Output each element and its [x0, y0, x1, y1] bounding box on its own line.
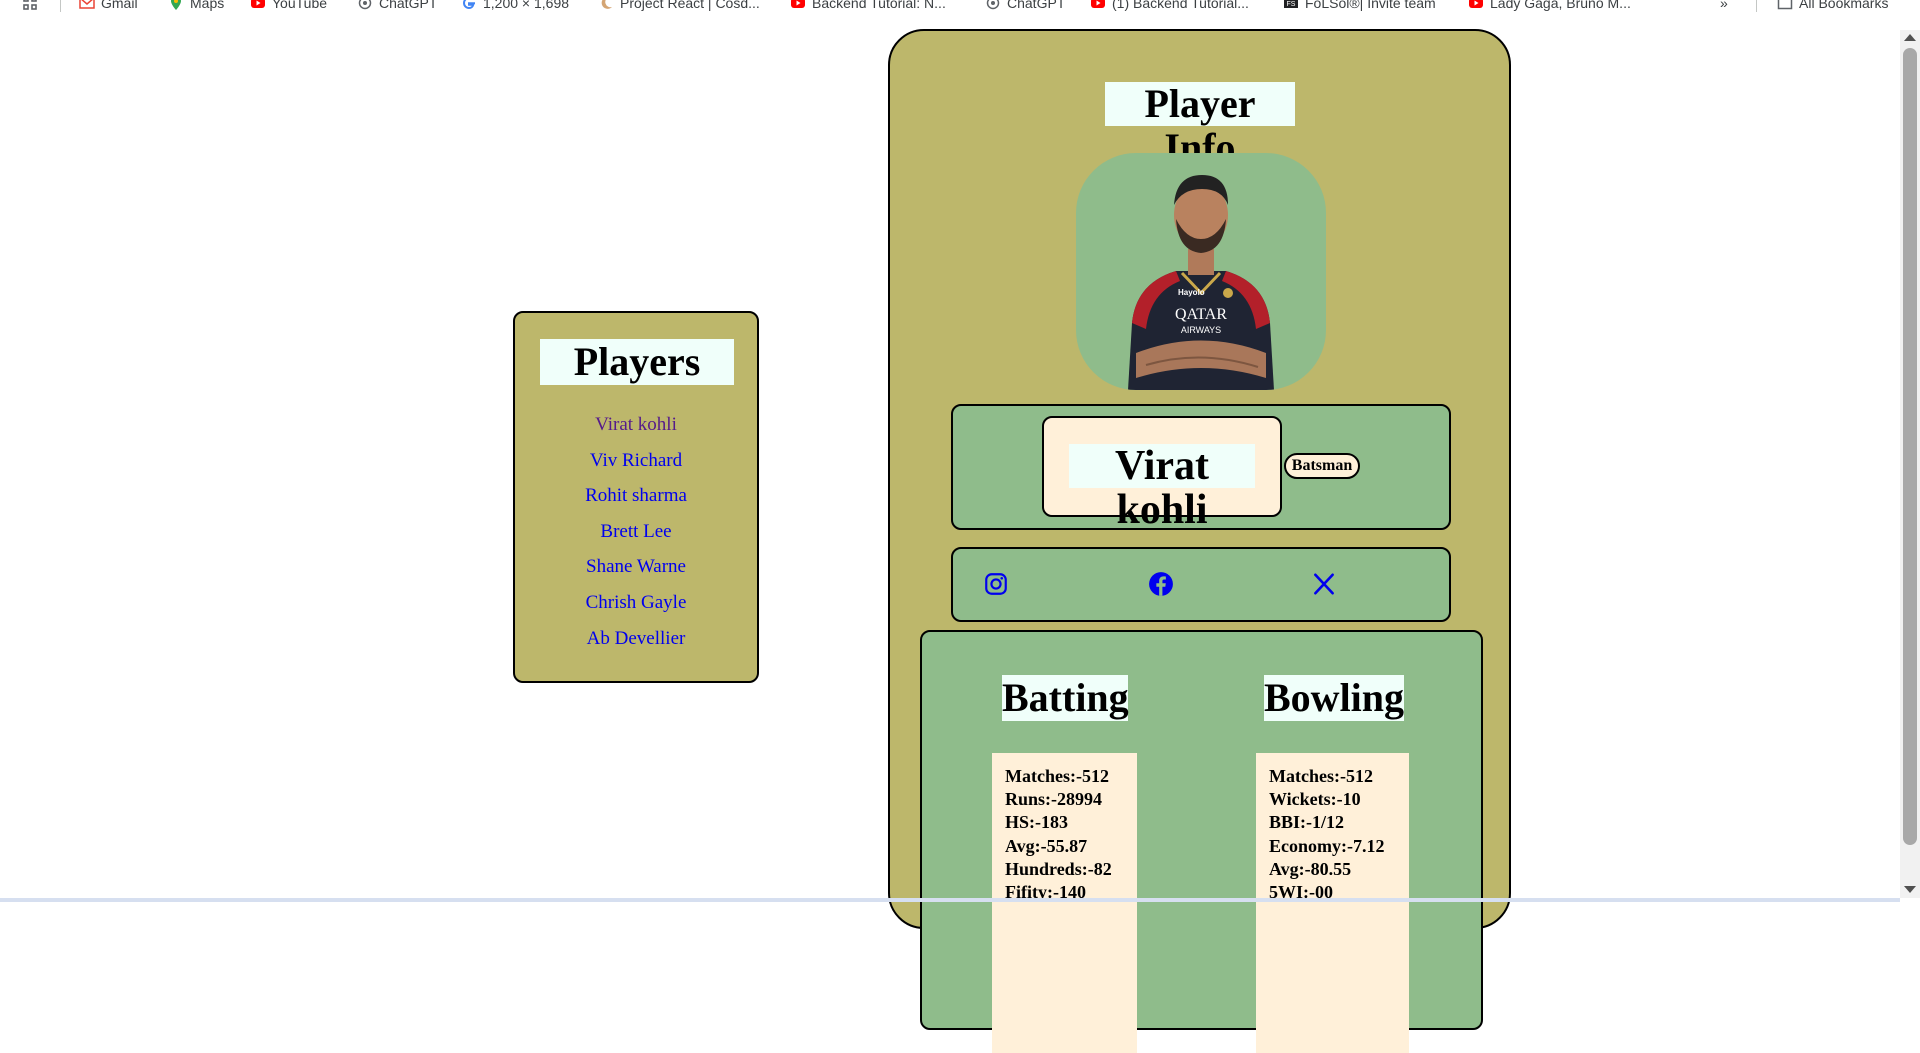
instagram-link[interactable]: [983, 571, 1009, 597]
youtube-icon: [251, 0, 265, 8]
bookmark-maps[interactable]: Maps: [168, 0, 224, 11]
list-item: Rohit sharma: [515, 485, 757, 521]
player-link[interactable]: Virat kohli: [595, 414, 677, 435]
chatgpt-icon: [986, 0, 1000, 10]
players-panel: Players Virat kohli Viv Richard Rohit sh…: [513, 311, 759, 683]
list-item: Chrish Gayle: [515, 592, 757, 628]
bookmark-label: (1) Backend Tutorial...: [1112, 0, 1249, 11]
google-icon: [462, 0, 475, 10]
player-info-title: Player Info: [1105, 82, 1295, 170]
x-link[interactable]: [1311, 571, 1337, 597]
bookmark-label: Lady Gaga, Bruno M...: [1490, 0, 1631, 11]
all-bookmarks-button[interactable]: All Bookmarks: [1777, 0, 1888, 11]
bookmark-backend-tutorial-2[interactable]: (1) Backend Tutorial...: [1090, 0, 1249, 11]
maps-icon: [171, 0, 181, 10]
batting-heading: Batting: [1002, 675, 1129, 721]
bookmark-project-react[interactable]: Project React | Cosd...: [598, 0, 760, 11]
list-item: Viv Richard: [515, 450, 757, 486]
folder-icon: [1777, 0, 1793, 10]
page-scrollbar[interactable]: [1900, 30, 1920, 898]
stats-panel: Batting Bowling Matches:-512 Runs:-28994…: [920, 630, 1483, 1053]
batting-stat-high-score: HS:-183: [1005, 812, 1068, 833]
facebook-link[interactable]: [1148, 571, 1174, 597]
youtube-icon: [791, 0, 805, 8]
window-bottom-edge: [0, 898, 1900, 902]
facebook-icon: [1149, 572, 1173, 596]
list-item: Shane Warne: [515, 556, 757, 592]
player-name-panel: Virat kohli Batsman: [951, 404, 1451, 532]
player-link[interactable]: Viv Richard: [590, 450, 682, 471]
players-title: Players: [540, 339, 734, 385]
bookmarks-divider: [60, 0, 61, 12]
bookmark-label: 1,200 × 1,698: [483, 0, 570, 11]
player-link[interactable]: Chrish Gayle: [586, 592, 687, 613]
moon-icon: [601, 0, 612, 9]
list-item: Ab Devellier: [515, 628, 757, 664]
bookmark-gmail[interactable]: Gmail: [79, 0, 138, 11]
bookmark-chatgpt-2[interactable]: ChatGPT: [985, 0, 1065, 11]
bookmark-label: FoLSol®| Invite team: [1305, 0, 1436, 11]
list-item: Brett Lee: [515, 521, 757, 557]
bookmark-label: Maps: [190, 0, 225, 11]
role-badge: Batsman: [1284, 453, 1360, 479]
bowling-stat-average: Avg:-80.55: [1269, 858, 1352, 879]
chatgpt-icon: [358, 0, 372, 10]
list-item: Virat kohli: [515, 414, 757, 450]
apps-grid-icon[interactable]: [22, 0, 38, 11]
bowling-heading: Bowling: [1264, 675, 1405, 721]
scroll-down-arrow-icon[interactable]: [1904, 886, 1916, 893]
player-link[interactable]: Brett Lee: [600, 521, 671, 542]
scroll-up-arrow-icon[interactable]: [1904, 34, 1916, 41]
folsol-icon: FS: [1284, 0, 1298, 8]
bookmark-google-image[interactable]: 1,200 × 1,698: [461, 0, 569, 11]
bookmark-label: All Bookmarks: [1799, 0, 1889, 11]
bowling-stat-best-bowling: BBI:-1/12: [1269, 812, 1345, 833]
player-name-card: Virat kohli: [1042, 416, 1282, 532]
player-info-panel: Player Info Hayolo QATAR AIRWAYS Virat k…: [888, 29, 1511, 1053]
batting-stat-hundreds: Hundreds:-82: [1005, 858, 1112, 879]
social-links-panel: [951, 547, 1451, 622]
bowling-stats-list: Matches:-512 Wickets:-10 BBI:-1/12 Econo…: [1256, 753, 1409, 1053]
batting-stats-list: Matches:-512 Runs:-28994 HS:-183 Avg:-55…: [992, 753, 1137, 1053]
bowling-stat-wickets: Wickets:-10: [1269, 789, 1361, 810]
player-link[interactable]: Rohit sharma: [585, 485, 687, 506]
bookmark-label: Project React | Cosd...: [620, 0, 760, 11]
youtube-icon: [1091, 0, 1105, 8]
bookmark-label: Gmail: [101, 0, 138, 11]
bookmark-youtube[interactable]: YouTube: [250, 0, 327, 11]
bookmark-lady-gaga[interactable]: Lady Gaga, Bruno M...: [1468, 0, 1631, 11]
batting-stat-matches: Matches:-512: [1005, 766, 1109, 786]
player-link[interactable]: Ab Devellier: [587, 628, 686, 649]
bookmark-label: ChatGPT: [379, 0, 438, 11]
players-list: Virat kohli Viv Richard Rohit sharma Bre…: [515, 414, 757, 663]
bookmark-label: Backend Tutorial: N...: [812, 0, 946, 11]
bookmark-backend-tutorial[interactable]: Backend Tutorial: N...: [790, 0, 946, 11]
gmail-icon: [79, 0, 95, 9]
bookmark-chatgpt[interactable]: ChatGPT: [357, 0, 437, 11]
instagram-icon: [985, 573, 1007, 595]
x-icon: [1314, 573, 1334, 595]
bookmark-label: YouTube: [272, 0, 328, 11]
bookmarks-overflow-button[interactable]: »: [1720, 0, 1728, 11]
youtube-icon: [1469, 0, 1483, 8]
bookmarks-divider: [1756, 0, 1757, 12]
player-name: Virat kohli: [1069, 444, 1255, 532]
bowling-stat-economy: Economy:-7.12: [1269, 835, 1385, 856]
batting-stat-average: Avg:-55.87: [1005, 835, 1088, 856]
jersey-sponsor-text: Hayolo: [1178, 288, 1205, 297]
bookmark-label: ChatGPT: [1007, 0, 1066, 11]
player-photo: Hayolo QATAR AIRWAYS: [1076, 153, 1326, 390]
jersey-sponsor-text: QATAR: [1175, 306, 1227, 323]
bookmark-folsol[interactable]: FS FoLSol®| Invite team: [1283, 0, 1436, 11]
batting-stat-runs: Runs:-28994: [1005, 789, 1103, 810]
player-link[interactable]: Shane Warne: [586, 556, 686, 577]
bookmarks-bar: Gmail Maps YouTube ChatGPT 1,200 × 1,698…: [0, 0, 1920, 14]
jersey-sponsor-text: AIRWAYS: [1181, 325, 1221, 335]
svg-text:FS: FS: [1287, 1, 1296, 8]
scrollbar-thumb[interactable]: [1903, 48, 1917, 845]
chevron-double-right-icon: »: [1720, 0, 1728, 11]
bowling-stat-matches: Matches:-512: [1269, 766, 1373, 786]
